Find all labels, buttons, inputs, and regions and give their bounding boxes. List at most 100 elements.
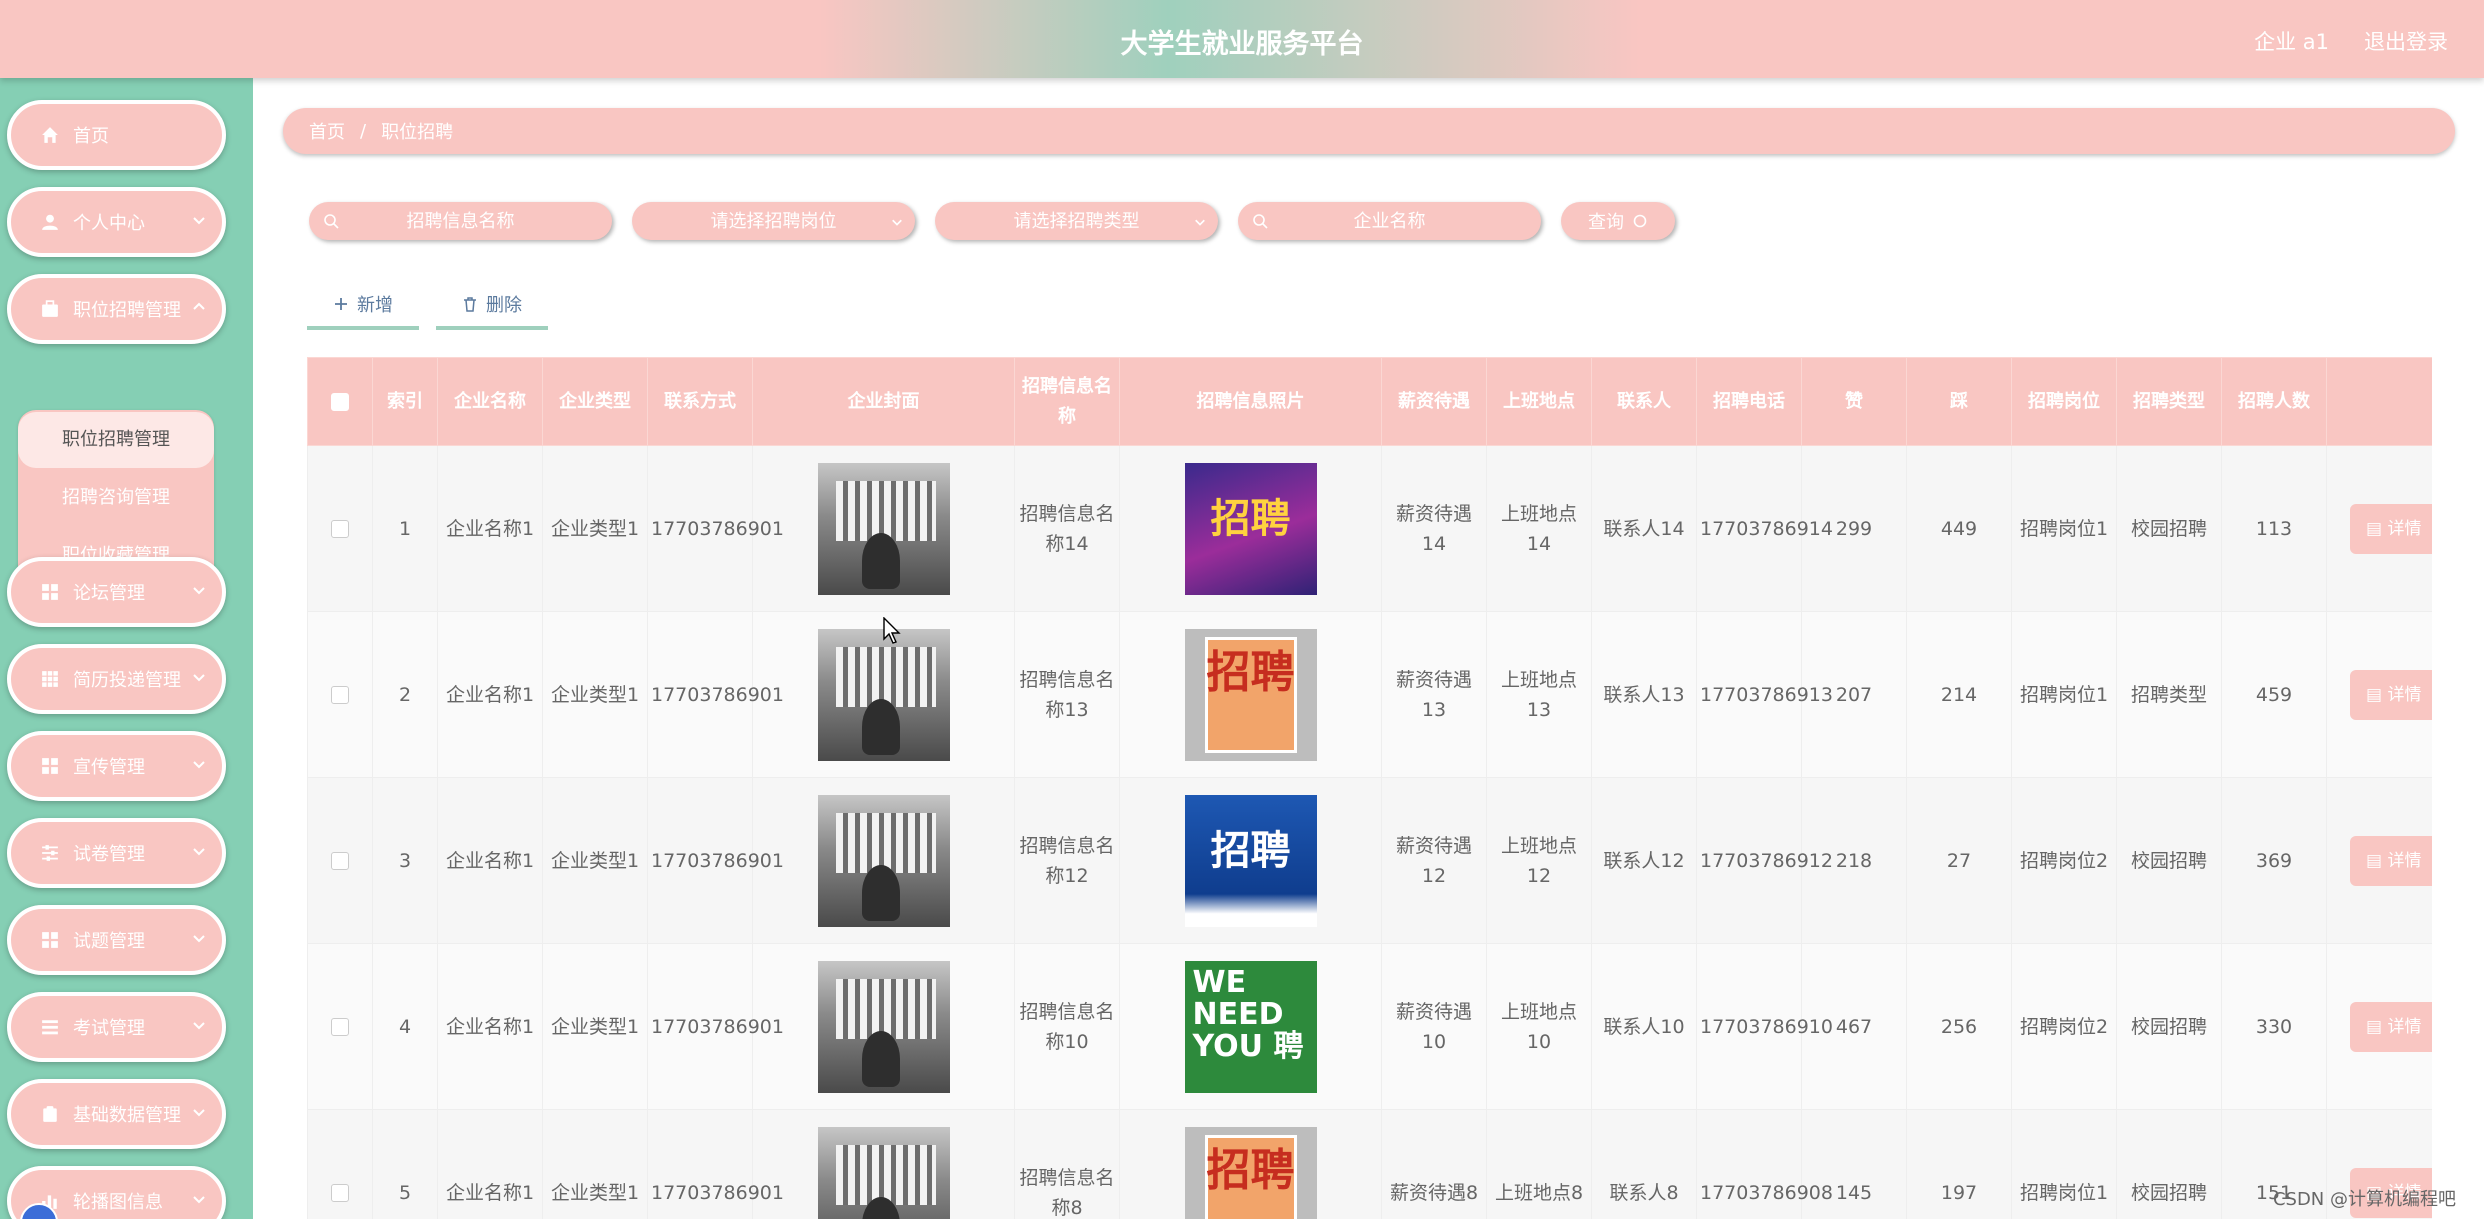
sidebar-item-publicity[interactable]: 宣传管理 — [7, 731, 226, 801]
detail-label: 详情 — [2387, 684, 2422, 705]
company-search-field[interactable] — [1238, 202, 1541, 240]
row-checkbox[interactable] — [331, 1018, 349, 1036]
name-search-field[interactable] — [309, 202, 612, 240]
sidebar-item-exam-paper[interactable]: 试卷管理 — [7, 818, 226, 888]
table-header-row: 索引 企业名称 企业类型 联系方式 企业封面 招聘信息名称 招聘信息照片 薪资待… — [307, 357, 2432, 446]
column-header: 企业类型 — [542, 357, 648, 446]
chevron-down-icon — [193, 1196, 205, 1204]
cell-company: 企业名称1 — [437, 943, 543, 1110]
type-select-input[interactable] — [935, 202, 1218, 240]
recruitment-poster-image[interactable]: 招聘 — [1184, 462, 1317, 595]
poster-text: 招聘 — [1210, 827, 1291, 874]
cell-salary: 薪资待遇12 — [1381, 777, 1487, 944]
cell-photo: 招聘 — [1119, 777, 1382, 944]
cell-dislike: 256 — [1906, 943, 2012, 1110]
name-search-input[interactable] — [309, 202, 612, 240]
cell-dislike: 27 — [1906, 777, 2012, 944]
company-cover-image[interactable] — [817, 462, 950, 595]
select-all-checkbox[interactable] — [331, 392, 349, 411]
recruitment-poster-image[interactable]: 招聘 — [1184, 628, 1317, 761]
sidebar-item-label: 职位招聘管理 — [73, 300, 181, 321]
sidebar-item-label: 轮播图信息 — [73, 1192, 163, 1213]
cell-salary: 薪资待遇14 — [1381, 445, 1487, 612]
sidebar-item-questions[interactable]: 试题管理 — [7, 905, 226, 975]
chevron-down-icon — [193, 761, 205, 769]
row-checkbox[interactable] — [331, 686, 349, 704]
sidebar-item-resume[interactable]: 简历投递管理 — [7, 644, 226, 714]
chevron-down-icon — [193, 1109, 205, 1117]
sidebar-item-exams[interactable]: 考试管理 — [7, 992, 226, 1062]
sidebar-item-home[interactable]: 首页 — [7, 100, 226, 170]
breadcrumb-home[interactable]: 首页 — [309, 118, 345, 144]
detail-label: 详情 — [2387, 518, 2422, 539]
sidebar-item-base-data[interactable]: 基础数据管理 — [7, 1079, 226, 1149]
company-cover-image[interactable] — [817, 1126, 950, 1219]
cell-index: 1 — [372, 445, 438, 612]
cell-dislike: 197 — [1906, 1109, 2012, 1219]
column-header: 联系方式 — [647, 357, 753, 446]
select-all-cell[interactable] — [307, 357, 373, 446]
submenu-item-recruitment-consult[interactable]: 招聘咨询管理 — [18, 470, 214, 526]
grid-icon — [42, 758, 58, 774]
cell-post: 招聘岗位2 — [2011, 777, 2117, 944]
company-cover-image[interactable] — [817, 960, 950, 1093]
detail-button[interactable]: ▤ 详情 — [2350, 503, 2432, 554]
cell-salary: 薪资待遇13 — [1381, 611, 1487, 778]
recruitment-poster-image[interactable]: WE NEED YOU 聘 — [1184, 960, 1317, 1093]
cell-place: 上班地点12 — [1486, 777, 1592, 944]
submenu-item-job-recruitment[interactable]: 职位招聘管理 — [18, 412, 214, 468]
add-label: 新增 — [357, 295, 393, 316]
row-checkbox[interactable] — [331, 520, 349, 538]
recruitment-poster-image[interactable]: 招聘 — [1184, 794, 1317, 927]
cell-count: 113 — [2221, 445, 2327, 612]
cell-person: 联系人12 — [1591, 777, 1697, 944]
add-button[interactable]: 新增 — [307, 282, 419, 330]
table-row: 2 企业名称1 企业类型1 17703786901 招聘信息名称13 招聘 薪资… — [307, 611, 2432, 778]
cell-contact: 17703786901 — [647, 445, 784, 612]
cell-contact: 17703786901 — [647, 943, 784, 1110]
poster-text: WE NEED YOU 聘 — [1192, 964, 1304, 1064]
sidebar-item-label: 简历投递管理 — [73, 670, 181, 691]
cell-person: 联系人10 — [1591, 943, 1697, 1110]
company-search-input[interactable] — [1238, 202, 1541, 240]
column-header: 招聘电话 — [1696, 357, 1802, 446]
chevron-down-icon — [1195, 219, 1205, 226]
sliders-icon — [42, 845, 58, 861]
sidebar: 首页 个人中心 职位招聘管理 职位招聘管理 招聘咨询管理 职位收藏管理 论坛管理… — [0, 78, 253, 1219]
position-select-input[interactable] — [632, 202, 915, 240]
type-select[interactable] — [935, 202, 1218, 240]
home-icon — [42, 127, 58, 143]
breadcrumb-current: 职位招聘 — [381, 122, 454, 143]
current-user[interactable]: 企业 a1 — [2254, 26, 2329, 56]
clipboard-icon — [43, 1106, 57, 1122]
delete-button[interactable]: 删除 — [436, 282, 548, 330]
cell-cover — [752, 943, 1015, 1110]
sidebar-item-profile[interactable]: 个人中心 — [7, 187, 226, 257]
cell-photo: 招聘 — [1119, 1109, 1382, 1219]
column-header: 招聘人数 — [2221, 357, 2327, 446]
detail-button[interactable]: ▤ 详情 — [2350, 835, 2432, 886]
plus-icon — [335, 298, 347, 310]
cell-cover — [752, 777, 1015, 944]
detail-button[interactable]: ▤ 详情 — [2350, 669, 2432, 720]
row-checkbox[interactable] — [331, 1184, 349, 1202]
query-button[interactable]: 查询 — [1561, 202, 1675, 240]
logout-link[interactable]: 退出登录 — [2364, 26, 2448, 56]
cell-actions: ▤ 详情 — [2326, 943, 2432, 1110]
detail-button[interactable]: ▤ 详情 — [2350, 1001, 2432, 1052]
cell-company: 企业名称1 — [437, 445, 543, 612]
poster-text: 招聘 — [1206, 1144, 1295, 1196]
sidebar-item-label: 考试管理 — [73, 1018, 145, 1039]
sidebar-item-forum[interactable]: 论坛管理 — [7, 557, 226, 627]
row-checkbox[interactable] — [331, 852, 349, 870]
cell-phone: 17703786910 — [1696, 943, 1833, 1110]
position-select[interactable] — [632, 202, 915, 240]
cell-post: 招聘岗位1 — [2011, 1109, 2117, 1219]
sidebar-item-label: 论坛管理 — [73, 583, 145, 604]
sidebar-item-job-recruitment[interactable]: 职位招聘管理 — [7, 274, 226, 344]
company-cover-image[interactable] — [817, 794, 950, 927]
cell-photo: WE NEED YOU 聘 — [1119, 943, 1382, 1110]
company-cover-image[interactable] — [817, 628, 950, 761]
recruitment-poster-image[interactable]: 招聘 — [1184, 1126, 1317, 1219]
sidebar-item-label: 个人中心 — [73, 213, 145, 234]
